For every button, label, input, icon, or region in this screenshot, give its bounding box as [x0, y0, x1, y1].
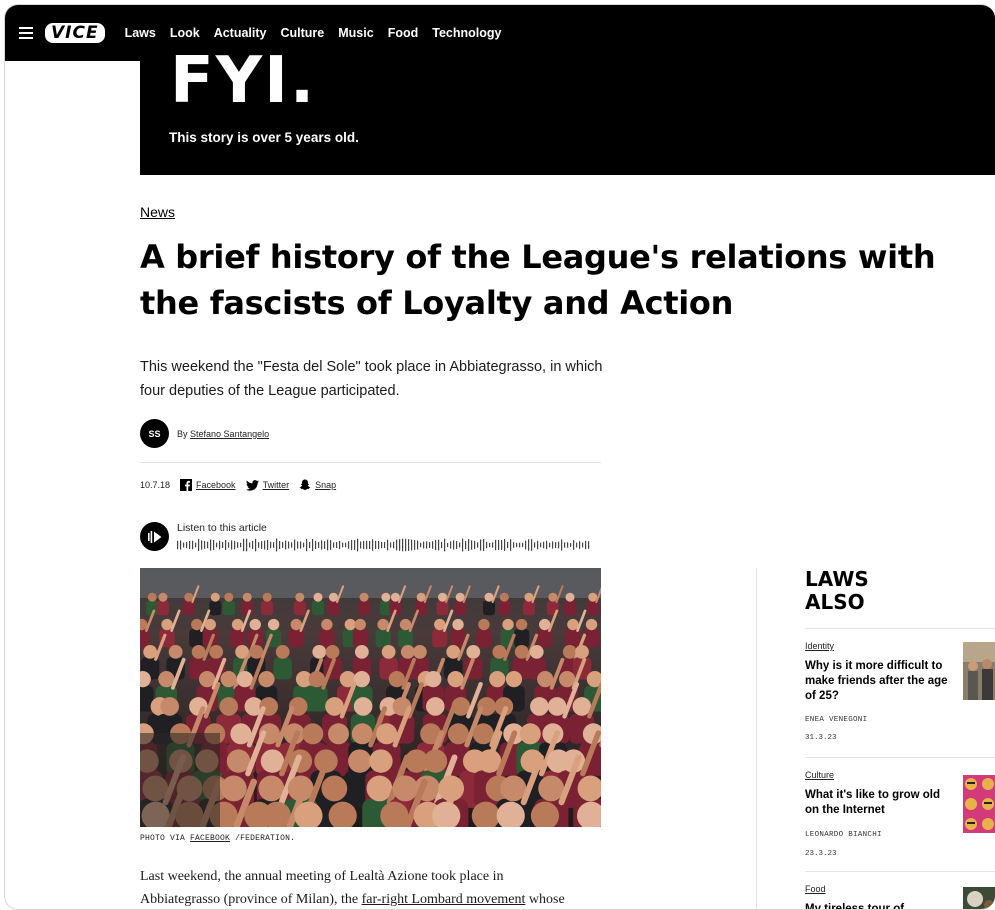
- share-twitter-label: Twitter: [262, 480, 290, 490]
- fyi-heading: FYI.: [170, 44, 317, 118]
- share-twitter-button[interactable]: Twitter: [245, 479, 290, 491]
- sidebar-item-title[interactable]: What it's like to grow old on the Intern…: [805, 788, 955, 818]
- sidebar-divider: [756, 568, 757, 909]
- audio-play-icon: [147, 530, 161, 543]
- sidebar-item-title[interactable]: Why is it more difficult to make friends…: [805, 659, 955, 704]
- nav-link-technology[interactable]: Technology: [432, 26, 501, 40]
- share-facebook-button[interactable]: Facebook: [180, 479, 236, 491]
- food-photo-thumbnail: [963, 887, 995, 909]
- sidebar-item-category[interactable]: Food: [805, 884, 826, 894]
- sidebar-item-thumbnail[interactable]: [963, 887, 995, 909]
- article-headline: A brief history of the League's relation…: [140, 238, 936, 322]
- share-snap-button[interactable]: Snap: [299, 479, 336, 491]
- nav-link-music[interactable]: Music: [338, 26, 373, 40]
- nav-links: Laws Look Actuality Culture Music Food T…: [125, 26, 502, 40]
- sidebar-item-thumbnail[interactable]: [963, 775, 995, 833]
- friends-photo-thumbnail: [963, 642, 995, 700]
- snapchat-ghost-icon: [299, 479, 311, 490]
- body-line-2b: whose: [528, 892, 565, 907]
- caption-prefix: PHOTO VIA: [140, 834, 186, 843]
- byline-divider: [140, 462, 601, 463]
- nav-link-look[interactable]: Look: [170, 26, 200, 40]
- nav-link-laws[interactable]: Laws: [125, 26, 156, 40]
- hero-photo: [140, 568, 601, 827]
- sidebar-item: Culture What it's like to grow old on th…: [805, 757, 995, 872]
- audio-player: Listen to this article: [140, 522, 593, 557]
- nav-link-actuality[interactable]: Actuality: [214, 26, 267, 40]
- publish-date: 10.7.18: [140, 480, 171, 490]
- top-nav: VICE Laws Look Actuality Culture Music F…: [5, 5, 995, 61]
- nav-link-culture[interactable]: Culture: [281, 26, 325, 40]
- byline-text: By Stefano Santangelo: [177, 429, 269, 439]
- article-body: Last weekend, the annual meeting of Leal…: [140, 865, 610, 909]
- author-avatar[interactable]: SS: [140, 419, 169, 448]
- hamburger-menu-icon[interactable]: [19, 27, 33, 39]
- sidebar-item-category[interactable]: Culture: [805, 770, 834, 780]
- body-line-1: Last weekend, the annual meeting of Leal…: [140, 869, 504, 884]
- sidebar-item-thumbnail[interactable]: [963, 642, 995, 700]
- sidebar-item-title[interactable]: My tireless tour of: [805, 902, 955, 909]
- fyi-age-notice: This story is over 5 years old.: [169, 130, 359, 145]
- sidebar-item: Food My tireless tour of: [805, 871, 995, 909]
- share-bar: 10.7.18 Facebook Twitter Snap: [140, 479, 346, 491]
- facebook-icon: [180, 479, 193, 491]
- photo-caption: PHOTO VIA FACEBOOK /FEDERATION.: [140, 834, 295, 843]
- author-link[interactable]: Stefano Santangelo: [190, 429, 269, 439]
- sidebar-title: LAWS ALSO: [805, 568, 885, 614]
- body-line-2: Abbiategrasso (province of Milan), the f…: [140, 888, 610, 909]
- article-dek: This weekend the "Festa del Sole" took p…: [140, 359, 603, 399]
- body-movement-link[interactable]: far-right Lombard movement: [362, 892, 526, 907]
- body-line-2a: Abbiategrasso (province of Milan), the: [140, 892, 359, 907]
- sidebar-item-date: 31.3.23: [805, 734, 837, 742]
- faces-grid-thumbnail: [963, 775, 995, 833]
- nav-link-food[interactable]: Food: [388, 26, 419, 40]
- vice-logo[interactable]: VICE: [45, 23, 105, 43]
- audio-label: Listen to this article: [177, 522, 267, 534]
- sidebar-item-author: ENEA VENEGONI: [805, 716, 868, 724]
- share-snap-label: Snap: [315, 480, 337, 490]
- sidebar-item: Identity Why is it more difficult to mak…: [805, 628, 995, 758]
- byline-prefix: By: [177, 428, 188, 439]
- sidebar-title-text: LAWS ALSO: [805, 567, 869, 614]
- audio-play-button[interactable]: [140, 522, 169, 551]
- caption-suffix: /FEDERATION.: [235, 834, 296, 843]
- crowd-photo-image: [140, 568, 601, 827]
- audio-waveform-scrubber[interactable]: [177, 538, 593, 552]
- sidebar-item-category[interactable]: Identity: [805, 641, 834, 651]
- byline: SS By Stefano Santangelo: [140, 419, 269, 448]
- fyi-banner: FYI. This story is over 5 years old.: [140, 49, 995, 175]
- caption-source-link[interactable]: FACEBOOK: [190, 834, 230, 843]
- sidebar-item-date: 23.3.23: [805, 850, 837, 858]
- browser-frame: VICE Laws Look Actuality Culture Music F…: [4, 4, 995, 910]
- sidebar-item-author: LEONARDO BIANCHI: [805, 831, 882, 839]
- share-facebook-label: Facebook: [196, 480, 236, 490]
- article-category-link[interactable]: News: [140, 204, 175, 220]
- twitter-icon: [245, 479, 259, 491]
